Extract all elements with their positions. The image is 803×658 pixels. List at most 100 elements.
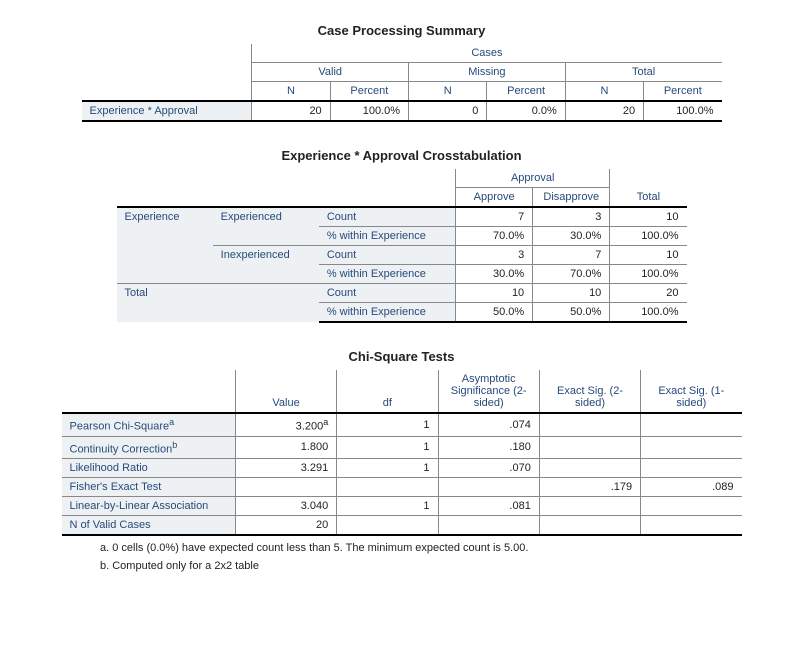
cs-r2-label: Continuity Correctionb xyxy=(62,436,236,459)
cps-h-cases: Cases xyxy=(252,44,722,63)
footnote-a: a. 0 cells (0.0%) have expected count le… xyxy=(100,542,773,554)
cs-r2-df: 1 xyxy=(337,436,438,459)
cs-r4-e2: .179 xyxy=(539,478,640,497)
cs-r2-as: .180 xyxy=(438,436,539,459)
cs-r3-v: 3.291 xyxy=(235,459,336,478)
cs-r6-label: N of Valid Cases xyxy=(62,516,236,536)
ct-r3c-d: 10 xyxy=(533,284,610,303)
cs-r5-e1 xyxy=(641,497,742,516)
ct-rl-experience: Experience xyxy=(117,207,213,284)
ct-r2-count-label: Count xyxy=(319,246,456,265)
ct-r2-pct-label: % within Experience xyxy=(319,265,456,284)
ct-r3p-a: 50.0% xyxy=(456,303,533,323)
ct-r1c-a: 7 xyxy=(456,207,533,227)
ct-r2p-d: 70.0% xyxy=(533,265,610,284)
cs-r6-e1 xyxy=(641,516,742,536)
cs-r4-df xyxy=(337,478,438,497)
cps-title: Case Processing Summary xyxy=(30,23,773,38)
cs-r1-as: .074 xyxy=(438,413,539,436)
cs-r2-e1 xyxy=(641,436,742,459)
ct-r3c-a: 10 xyxy=(456,284,533,303)
ct-h-approval: Approval xyxy=(456,169,610,188)
ct-r2c-t: 10 xyxy=(610,246,687,265)
cs-r6-df xyxy=(337,516,438,536)
ct-r2p-t: 100.0% xyxy=(610,265,687,284)
cs-r3-e1 xyxy=(641,459,742,478)
ct-r3-count-label: Count xyxy=(319,284,456,303)
ct-r3p-t: 100.0% xyxy=(610,303,687,323)
cps-total-p: 100.0% xyxy=(644,101,722,121)
ct-rl-experienced: Experienced xyxy=(213,207,319,246)
cs-r1-e2 xyxy=(539,413,640,436)
cs-r1-label: Pearson Chi-Squarea xyxy=(62,413,236,436)
ct-r3-pct-label: % within Experience xyxy=(319,303,456,323)
cps-h-p1: Percent xyxy=(330,82,408,102)
cps-h-p3: Percent xyxy=(644,82,722,102)
cs-h-ex1: Exact Sig. (1-sided) xyxy=(641,370,742,413)
cs-r3-as: .070 xyxy=(438,459,539,478)
ct-title: Experience * Approval Crosstabulation xyxy=(30,148,773,163)
cs-r2-e2 xyxy=(539,436,640,459)
cs-r5-v: 3.040 xyxy=(235,497,336,516)
cps-table: Cases Valid Missing Total N Percent N Pe… xyxy=(82,44,722,122)
ct-r1p-t: 100.0% xyxy=(610,227,687,246)
ct-rl-inexperienced: Inexperienced xyxy=(213,246,319,284)
cs-r4-as xyxy=(438,478,539,497)
cps-h-p2: Percent xyxy=(487,82,565,102)
cs-table: Value df Asymptotic Significance (2-side… xyxy=(62,370,742,536)
cs-r6-as xyxy=(438,516,539,536)
ct-r2p-a: 30.0% xyxy=(456,265,533,284)
ct-table: Approval Approve Disapprove Total Experi… xyxy=(117,169,687,323)
cs-r4-label: Fisher's Exact Test xyxy=(62,478,236,497)
ct-rl-total: Total xyxy=(117,284,319,323)
cs-r5-e2 xyxy=(539,497,640,516)
ct-h-approve: Approve xyxy=(456,188,533,208)
cs-r5-as: .081 xyxy=(438,497,539,516)
ct-r3c-t: 20 xyxy=(610,284,687,303)
cs-h-value: Value xyxy=(235,370,336,413)
cps-rowlabel: Experience * Approval xyxy=(82,101,252,121)
cps-missing-p: 0.0% xyxy=(487,101,565,121)
cs-r3-e2 xyxy=(539,459,640,478)
cs-h-asymp: Asymptotic Significance (2-sided) xyxy=(438,370,539,413)
ct-r2c-a: 3 xyxy=(456,246,533,265)
cs-r4-v xyxy=(235,478,336,497)
cs-h-ex2: Exact Sig. (2-sided) xyxy=(539,370,640,413)
cs-r5-label: Linear-by-Linear Association xyxy=(62,497,236,516)
cps-missing-n: 0 xyxy=(409,101,487,121)
cps-valid-p: 100.0% xyxy=(330,101,408,121)
cs-r6-e2 xyxy=(539,516,640,536)
cps-h-missing: Missing xyxy=(409,63,566,82)
cps-h-total: Total xyxy=(565,63,721,82)
cs-r3-df: 1 xyxy=(337,459,438,478)
cs-r1-v: 3.200a xyxy=(235,413,336,436)
footnote-b: b. Computed only for a 2x2 table xyxy=(100,560,773,572)
cs-r3-label: Likelihood Ratio xyxy=(62,459,236,478)
ct-r1-count-label: Count xyxy=(319,207,456,227)
cps-h-valid: Valid xyxy=(252,63,409,82)
cs-title: Chi-Square Tests xyxy=(30,349,773,364)
ct-r1c-t: 10 xyxy=(610,207,687,227)
cs-r4-e1: .089 xyxy=(641,478,742,497)
ct-h-disapprove: Disapprove xyxy=(533,188,610,208)
ct-r1c-d: 3 xyxy=(533,207,610,227)
cs-r1-e1 xyxy=(641,413,742,436)
ct-r2c-d: 7 xyxy=(533,246,610,265)
cps-h-n3: N xyxy=(565,82,643,102)
cps-h-n1: N xyxy=(252,82,330,102)
cs-r5-df: 1 xyxy=(337,497,438,516)
ct-r1p-a: 70.0% xyxy=(456,227,533,246)
case-processing-summary: Case Processing Summary Cases Valid Miss… xyxy=(30,23,773,122)
cs-r6-v: 20 xyxy=(235,516,336,536)
crosstabulation: Experience * Approval Crosstabulation Ap… xyxy=(30,148,773,323)
cs-r2-v: 1.800 xyxy=(235,436,336,459)
ct-r1p-d: 30.0% xyxy=(533,227,610,246)
chi-square-tests: Chi-Square Tests Value df Asymptotic Sig… xyxy=(30,349,773,572)
ct-r1-pct-label: % within Experience xyxy=(319,227,456,246)
cs-r1-df: 1 xyxy=(337,413,438,436)
ct-r3p-d: 50.0% xyxy=(533,303,610,323)
ct-h-total: Total xyxy=(610,188,687,208)
cps-h-n2: N xyxy=(409,82,487,102)
cps-valid-n: 20 xyxy=(252,101,330,121)
cs-h-df: df xyxy=(337,370,438,413)
